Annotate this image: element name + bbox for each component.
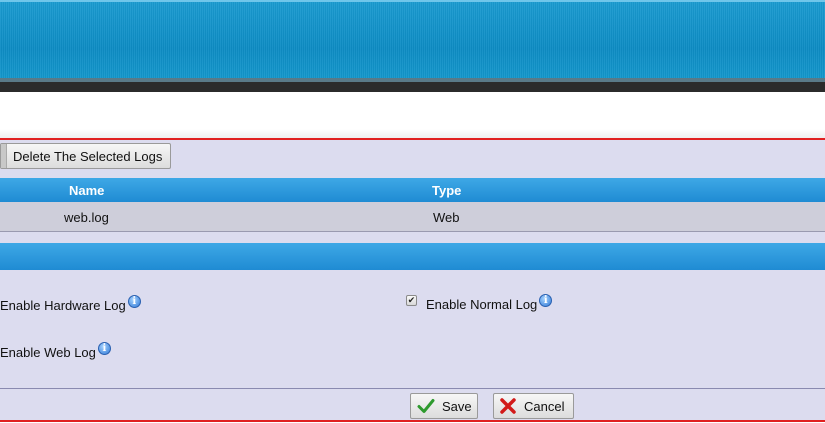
normal-log-label: Enable Normal Log bbox=[426, 297, 538, 312]
cell-name: web.log bbox=[64, 210, 109, 225]
blank-header-area bbox=[0, 92, 825, 138]
hardware-log-option: Enable Hardware Log i bbox=[0, 295, 141, 313]
delete-selected-logs-button[interactable]: Delete The Selected Logs bbox=[0, 143, 171, 169]
button-grip bbox=[1, 144, 7, 168]
save-label: Save bbox=[442, 398, 472, 414]
log-table-header: Name Type bbox=[0, 178, 825, 202]
web-log-label: Enable Web Log bbox=[0, 345, 96, 360]
normal-log-option: ✔ Enable Normal Log i bbox=[406, 294, 553, 312]
cancel-label: Cancel bbox=[524, 398, 565, 414]
table-row[interactable]: web.log Web bbox=[0, 202, 825, 232]
dark-nav-bar bbox=[0, 82, 825, 92]
cancel-x-icon bbox=[499, 397, 517, 415]
info-icon[interactable]: i bbox=[97, 342, 111, 355]
delete-selected-logs-label: Delete The Selected Logs bbox=[13, 148, 163, 164]
normal-log-checkbox[interactable]: ✔ bbox=[406, 295, 417, 306]
column-header-name[interactable]: Name bbox=[69, 183, 104, 198]
cancel-button[interactable]: Cancel bbox=[493, 393, 574, 419]
hardware-log-label: Enable Hardware Log bbox=[0, 298, 126, 313]
info-icon[interactable]: i bbox=[127, 295, 141, 308]
cell-type: Web bbox=[433, 210, 460, 225]
log-options-section-header bbox=[0, 243, 825, 270]
bottom-red-divider bbox=[0, 420, 825, 422]
column-header-type[interactable]: Type bbox=[432, 183, 461, 198]
info-icon[interactable]: i bbox=[539, 294, 553, 307]
footer-divider bbox=[0, 388, 825, 389]
header-banner bbox=[0, 0, 825, 80]
web-log-option: Enable Web Log i bbox=[0, 342, 111, 360]
save-button[interactable]: Save bbox=[410, 393, 478, 419]
checkmark-icon bbox=[417, 397, 435, 415]
